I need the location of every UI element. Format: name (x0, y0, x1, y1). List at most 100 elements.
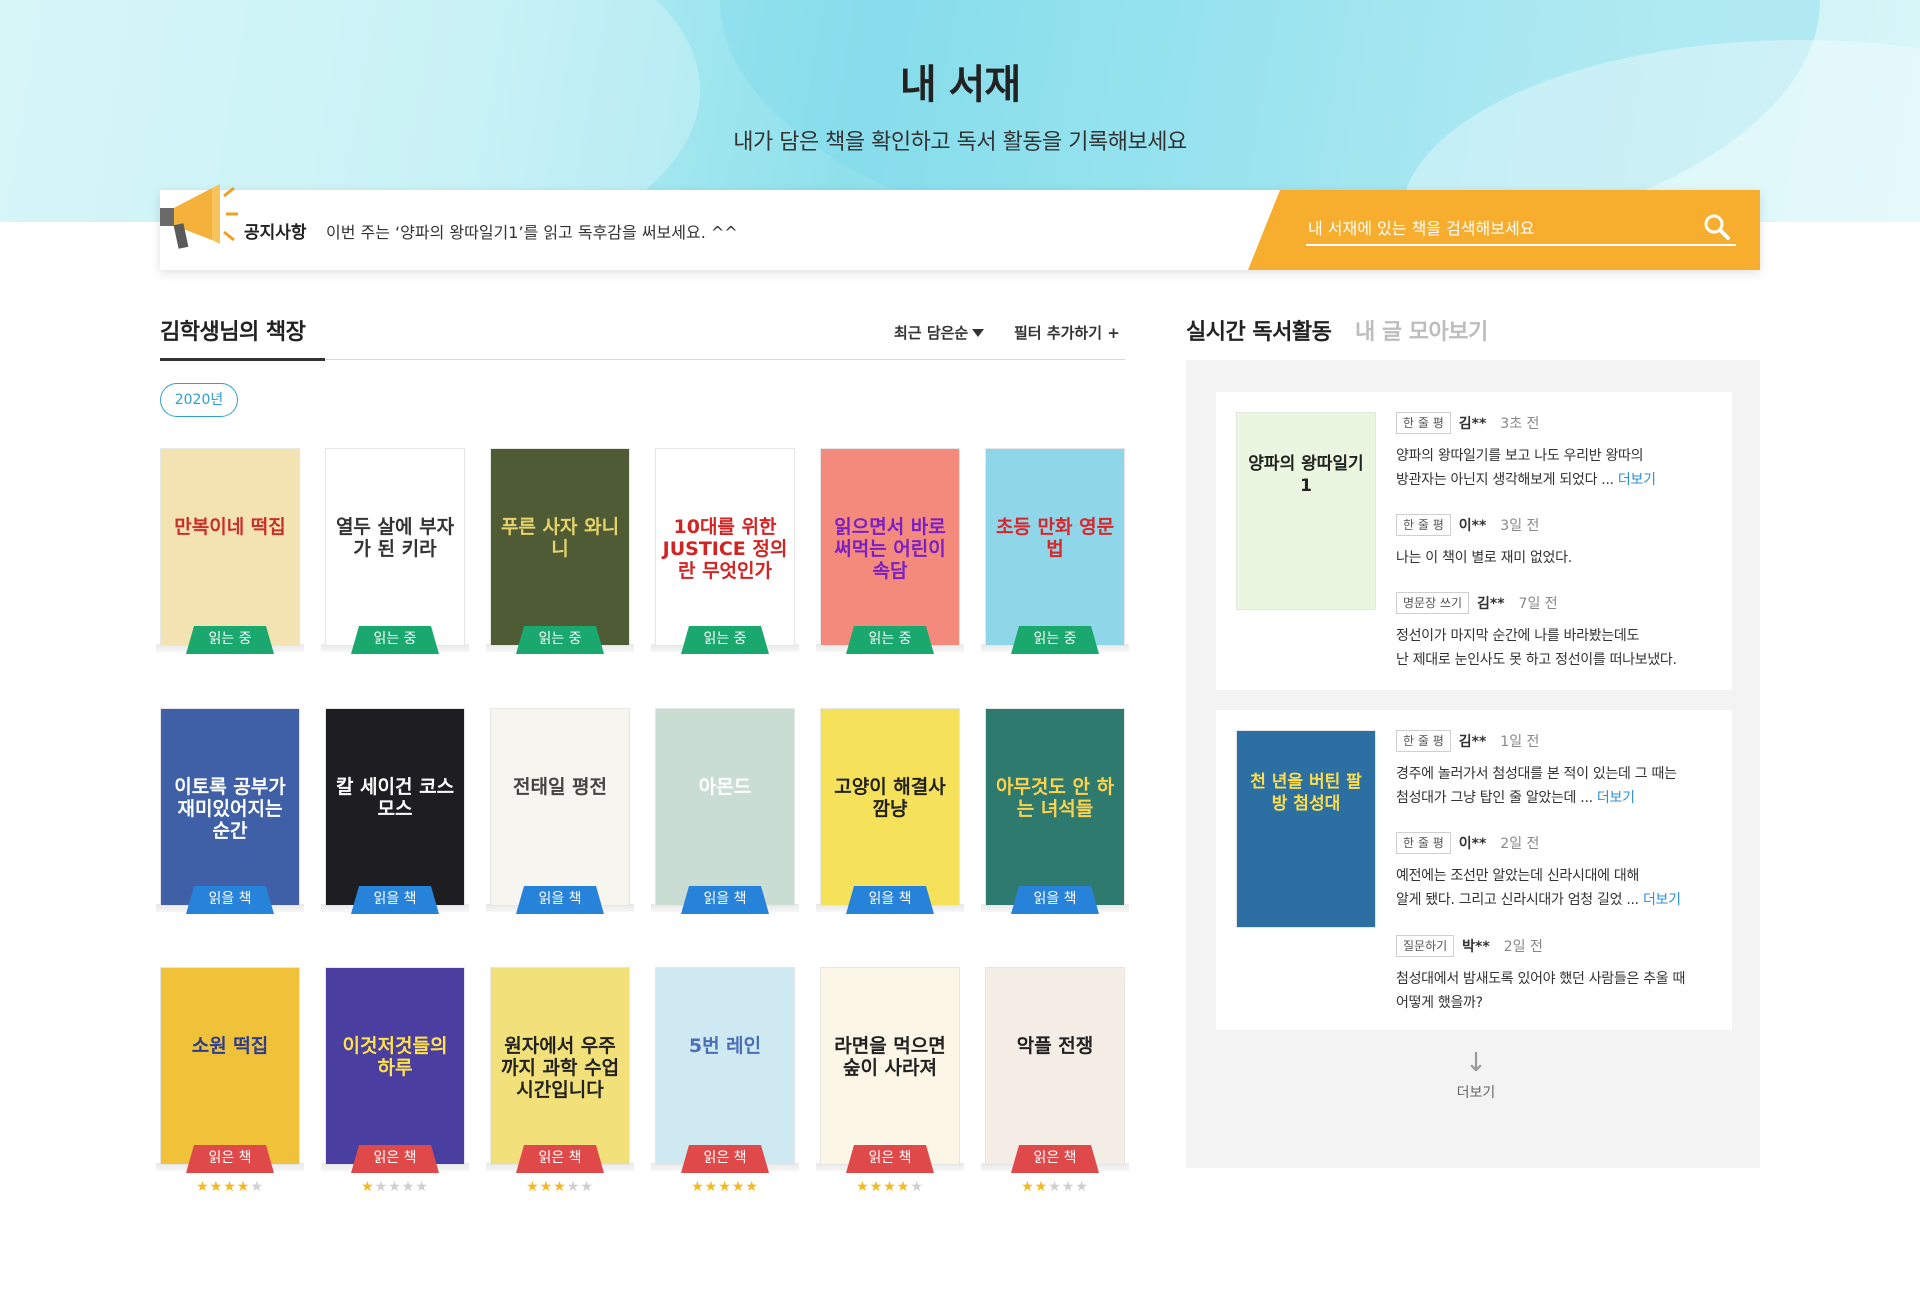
entry-user: 박** (1462, 939, 1490, 955)
page-title: 내 서재 (899, 62, 1021, 108)
star-icon: ★ (745, 1179, 759, 1195)
entry-type-tag: 한 줄 평 (1396, 514, 1451, 536)
entry-text: 예전에는 조선만 알았는데 신라시대에 대해알게 됐다. 그리고 신라시대가 엄… (1396, 864, 1716, 912)
book-title: 천 년을 버틴 팔방 첨성대 (1250, 772, 1362, 815)
more-button[interactable]: ↓ 더보기 (1436, 1050, 1516, 1102)
entry-line: 어떻게 했을까? (1396, 991, 1716, 1015)
book-cover[interactable]: 10대를 위한 JUSTICE 정의란 무엇인가 (655, 448, 795, 646)
star-icon: ★ (1034, 1179, 1049, 1195)
star-icon: ★ (910, 1179, 924, 1195)
star-rating: ★★★★★ (490, 1179, 630, 1195)
sort-dropdown[interactable]: 최근 담은순 (894, 322, 985, 343)
entry-line: 방관자는 아닌지 생각해보게 되었다 ... 더보기 (1396, 468, 1716, 492)
book-cover[interactable]: 라면을 먹으면 숲이 사라져 (820, 967, 960, 1165)
activity-tab-live[interactable]: 실시간 독서활동 (1186, 314, 1332, 346)
read-more-link[interactable]: 더보기 (1618, 472, 1656, 488)
book-title: 읽으면서 바로 써먹는 어린이 속담 (834, 516, 946, 582)
book-title: 만복이네 떡집 (174, 516, 286, 538)
reading-status-badge: 읽을 책 (516, 886, 604, 914)
book-cover[interactable]: 열두 살에 부자가 된 키라 (325, 448, 465, 646)
add-filter-button[interactable]: 필터 추가하기 + (1014, 322, 1120, 343)
activity-card: 양파의 왕따일기1 한 줄 평 김** 3초 전 양파의 왕따일기를 보고 나도 우리반… (1216, 392, 1732, 690)
star-rating: ★★★★★ (655, 1179, 795, 1195)
book-title: 고양이 해결사 깜냥 (834, 776, 946, 820)
entry-user: 김** (1477, 596, 1505, 612)
sort-label: 최근 담은순 (894, 324, 969, 342)
entry-user: 김** (1458, 734, 1487, 750)
star-icon: ★ (539, 1179, 554, 1195)
book-cover[interactable]: 아무것도 안 하는 녀석들 (985, 708, 1125, 906)
star-icon: ★ (388, 1179, 402, 1195)
activity-card: 천 년을 버틴 팔방 첨성대 한 줄 평 김** 1일 전 경주에 놀러가서 첨성대를 … (1216, 710, 1732, 1030)
search-input[interactable] (1306, 212, 1736, 246)
entry-line: 예전에는 조선만 알았는데 신라시대에 대해 (1396, 864, 1716, 888)
caret-down-icon (972, 329, 985, 337)
read-more-link[interactable]: 더보기 (1643, 892, 1681, 908)
search-area (1248, 190, 1760, 270)
star-icon: ★ (553, 1179, 567, 1195)
book-cover[interactable]: 5번 레인 (655, 967, 795, 1165)
book-title: 5번 레인 (688, 1035, 762, 1057)
search-icon[interactable] (1702, 212, 1732, 242)
star-rating: ★★★★★ (820, 1179, 960, 1195)
book-cover[interactable]: 칼 세이건 코스모스 (325, 708, 465, 906)
read-more-link[interactable]: 더보기 (1597, 790, 1635, 806)
book-title: 악플 전쟁 (1016, 1035, 1094, 1057)
book-cover[interactable]: 전태일 평전 (490, 708, 630, 906)
activity-entry: 명문장 쓰기 김** 7일 전 정선이가 마지막 순간에 나를 바라봤는데도 난 제대로… (1396, 592, 1716, 672)
activity-panel: 양파의 왕따일기1 한 줄 평 김** 3초 전 양파의 왕따일기를 보고 나도 우리반… (1186, 360, 1760, 1168)
book-cover[interactable]: 이토록 공부가 재미있어지는 순간 (160, 708, 300, 906)
book-cover[interactable]: 소원 떡집 (160, 967, 300, 1165)
book-cover[interactable]: 고양이 해결사 깜냥 (820, 708, 960, 906)
star-icon: ★ (209, 1179, 224, 1195)
active-underline (160, 358, 325, 361)
reading-status-badge: 읽을 책 (846, 886, 934, 914)
book-cover[interactable]: 초등 만화 영문법 (985, 448, 1125, 646)
star-icon: ★ (691, 1179, 705, 1195)
year-chip[interactable]: 2020년 (160, 383, 238, 417)
book-cover[interactable]: 양파의 왕따일기1 (1236, 412, 1376, 610)
book-cover[interactable]: 아몬드 (655, 708, 795, 906)
reading-status-badge: 읽은 책 (681, 1145, 769, 1173)
entry-time: 1일 전 (1500, 734, 1540, 750)
entry-type-tag: 한 줄 평 (1396, 412, 1451, 434)
reading-status-badge: 읽을 책 (681, 886, 769, 914)
page-subtitle: 내가 담은 책을 확인하고 독서 활동을 기록해보세요 (733, 130, 1187, 155)
activity-entry: 한 줄 평 이** 2일 전 예전에는 조선만 알았는데 신라시대에 대해 알게 됐다.… (1396, 832, 1716, 912)
megaphone-icon (160, 184, 238, 249)
notice-text[interactable]: 이번 주는 ‘양파의 왕따일기1’를 읽고 독후감을 써보세요. ^^ (326, 219, 738, 243)
activity-tab-mine[interactable]: 내 글 모아보기 (1355, 314, 1488, 346)
reading-status-badge: 읽을 책 (351, 886, 439, 914)
star-rating: ★★★★★ (985, 1179, 1125, 1195)
reading-status-badge: 읽은 책 (351, 1145, 439, 1173)
book-title: 양파의 왕따일기1 (1248, 454, 1364, 497)
star-icon: ★ (415, 1179, 429, 1195)
star-icon: ★ (718, 1179, 732, 1195)
entry-line-text: 알게 됐다. 그리고 신라시대가 엄청 길었 ... (1396, 892, 1639, 908)
entry-line: 난 제대로 눈인사도 못 하고 정선이를 떠나보냈다. (1396, 648, 1716, 672)
entry-text: 양파의 왕따일기를 보고 나도 우리반 왕따의 방관자는 아닌지 생각해보게 되었… (1396, 444, 1716, 492)
star-icon: ★ (869, 1179, 884, 1195)
entry-text: 첨성대에서 밤새도록 있어야 했던 사람들은 추울 때어떻게 했을까? (1396, 967, 1716, 1015)
activity-entry: 한 줄 평 김** 3초 전 양파의 왕따일기를 보고 나도 우리반 왕따의 방관자는 … (1396, 412, 1716, 492)
shelf-title: 김학생님의 책장 (160, 320, 306, 345)
entry-line-text: 첨성대에서 밤새도록 있어야 했던 사람들은 추울 때 (1396, 971, 1686, 987)
book-cover[interactable]: 천 년을 버틴 팔방 첨성대 (1236, 730, 1376, 928)
book-title: 푸른 사자 와니니 (500, 516, 620, 560)
book-cover[interactable]: 읽으면서 바로 써먹는 어린이 속담 (820, 448, 960, 646)
entry-line-text: 어떻게 했을까? (1396, 995, 1483, 1011)
book-cover[interactable]: 이것저것들의 하루 (325, 967, 465, 1165)
star-icon: ★ (856, 1179, 870, 1195)
book-cover[interactable]: 푸른 사자 와니니 (490, 448, 630, 646)
book-cover[interactable]: 원자에서 우주까지 과학 수업 시간입니다 (490, 967, 630, 1165)
entry-line-text: 난 제대로 눈인사도 못 하고 정선이를 떠나보냈다. (1396, 652, 1677, 668)
star-icon: ★ (704, 1179, 719, 1195)
entry-user: 이** (1458, 836, 1487, 852)
notice-label: 공지사항 (244, 223, 307, 243)
entry-text: 나는 이 책이 별로 재미 없었다. (1396, 546, 1716, 570)
book-cover[interactable]: 악플 전쟁 (985, 967, 1125, 1165)
activity-entry: 한 줄 평 김** 1일 전 경주에 놀러가서 첨성대를 본 적이 있는데 그 때는 첨… (1396, 730, 1716, 810)
entry-type-tag: 명문장 쓰기 (1396, 592, 1470, 614)
book-cover[interactable]: 만복이네 떡집 (160, 448, 300, 646)
book-title: 원자에서 우주까지 과학 수업 시간입니다 (500, 1035, 620, 1101)
